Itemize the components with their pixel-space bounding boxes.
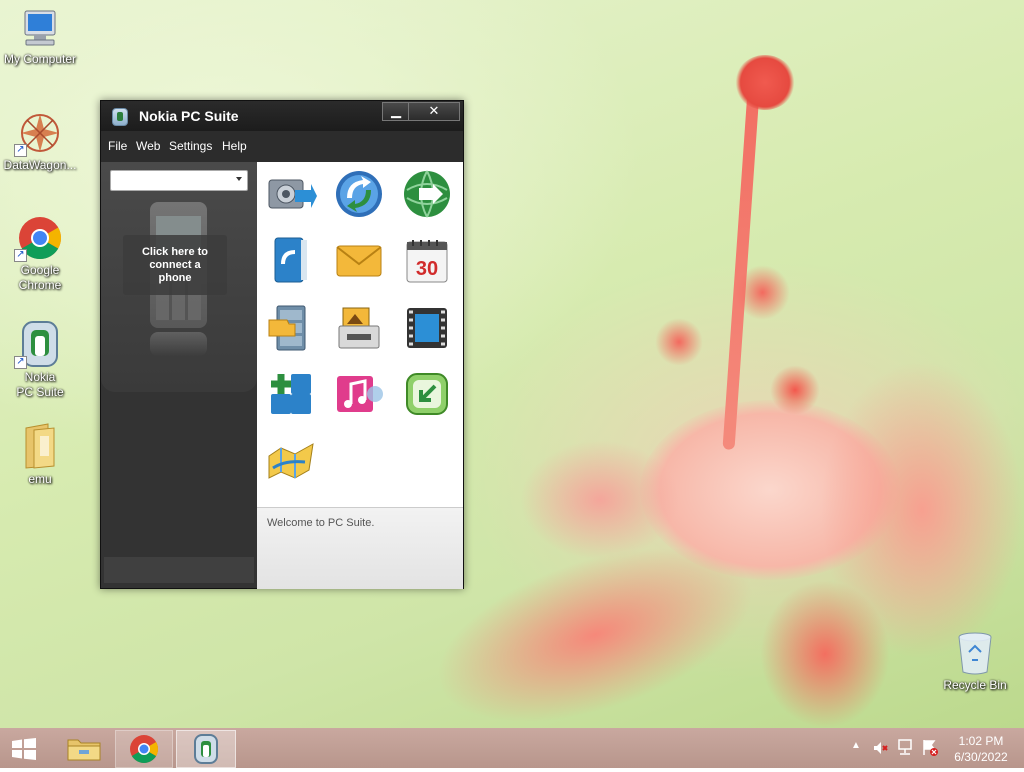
desktop-icon-recycle-bin[interactable]: Recycle Bin <box>935 630 1015 693</box>
applications-panel: 30 Welcome to PC Suite. <box>257 162 463 589</box>
web-connect-icon[interactable] <box>401 168 453 220</box>
folder-icon <box>67 739 101 761</box>
nokia-pc-suite-icon <box>194 734 218 764</box>
connect-phone-button[interactable]: Click here to connect a phone <box>123 235 227 295</box>
menu-settings[interactable]: Settings <box>169 139 212 153</box>
shortcut-arrow-icon: ↗ <box>14 144 27 157</box>
desktop-icon-datawagon[interactable]: ↗ DataWagon... <box>0 110 80 173</box>
shortcut-arrow-icon: ↗ <box>14 249 27 262</box>
folder-icon <box>25 423 55 469</box>
desktop: My Computer ↗ DataWagon... ↗ Google Chro… <box>0 0 1024 728</box>
minimize-icon: ▁ <box>391 103 401 118</box>
status-text: Welcome to PC Suite. <box>267 517 375 529</box>
phone-reflection <box>150 332 207 356</box>
recycle-bin-icon <box>958 632 992 675</box>
calendar-day-label: 30 <box>416 258 438 280</box>
computer-icon <box>24 10 56 46</box>
messages-icon[interactable] <box>333 234 385 286</box>
close-icon: ✕ <box>428 103 440 118</box>
wallpaper-petal <box>760 580 890 728</box>
desktop-icon-my-computer[interactable]: My Computer <box>0 8 80 67</box>
desktop-icon-nokia-pc-suite[interactable]: ↗ Nokia PC Suite <box>0 320 80 400</box>
minimize-button[interactable]: ▁ <box>382 102 410 121</box>
clock-date: 6/30/2022 <box>954 750 1008 764</box>
show-hidden-icons-icon[interactable]: ▲ <box>851 740 861 751</box>
wallpaper-stamen-tip <box>735 265 790 320</box>
update-icon[interactable] <box>401 368 453 420</box>
video-manager-icon[interactable] <box>401 302 453 354</box>
chevron-down-icon <box>236 177 242 181</box>
action-center-icon[interactable] <box>921 739 939 756</box>
phone-select-dropdown[interactable] <box>110 170 248 191</box>
network-icon[interactable] <box>897 739 915 756</box>
window-title: Nokia PC Suite <box>139 108 239 124</box>
menu-file[interactable]: File <box>108 139 127 153</box>
desktop-icon-label: My Computer <box>3 52 77 66</box>
desktop-icon-google-chrome[interactable]: ↗ Google Chrome <box>0 215 80 293</box>
taskbar-nokia-pc-suite[interactable] <box>176 730 236 768</box>
contacts-icon[interactable] <box>265 234 317 286</box>
maps-icon[interactable] <box>265 434 317 486</box>
title-bar[interactable]: Nokia PC Suite ▁ ✕ <box>101 101 463 131</box>
nokia-pc-suite-window: Nokia PC Suite ▁ ✕ File Web Settings Hel… <box>100 100 464 589</box>
desktop-icon-label: DataWagon... <box>3 158 77 172</box>
wallpaper-petal <box>520 440 680 560</box>
shortcut-arrow-icon: ↗ <box>14 356 27 369</box>
phone-area: Click here to connect a phone <box>101 162 257 392</box>
phone-panel: Click here to connect a phone <box>101 162 257 588</box>
phone-panel-footer <box>104 557 254 583</box>
clock-time: 1:02 PM <box>958 734 1004 748</box>
status-area: Welcome to PC Suite. <box>257 507 463 589</box>
wallpaper-stamen-tip <box>655 318 703 366</box>
menu-web[interactable]: Web <box>136 139 160 153</box>
application-grid: 30 <box>257 162 463 506</box>
chrome-icon <box>130 735 158 763</box>
sync-icon[interactable] <box>333 168 385 220</box>
image-store-icon[interactable] <box>333 302 385 354</box>
menu-help[interactable]: Help <box>222 139 247 153</box>
desktop-icon-emu[interactable]: emu <box>0 422 80 487</box>
wallpaper-stamen-tip <box>770 365 820 415</box>
nokia-logo-icon <box>112 108 128 126</box>
desktop-icon-label: Nokia PC Suite <box>16 370 64 399</box>
menu-bar: File Web Settings Help <box>101 136 463 156</box>
wallpaper-stamen-tip <box>735 55 795 110</box>
close-button[interactable]: ✕ <box>408 102 460 121</box>
taskbar-file-explorer[interactable] <box>56 730 112 766</box>
windows-start-icon[interactable] <box>10 738 38 760</box>
music-manager-icon[interactable] <box>333 368 385 420</box>
connect-phone-label: Click here to connect a phone <box>141 245 209 284</box>
desktop-icon-label: emu <box>28 472 52 486</box>
file-manager-icon[interactable] <box>265 302 317 354</box>
taskbar-chrome[interactable] <box>115 730 173 768</box>
taskbar: ▲ 1:02 PM 6/30/2022 <box>0 728 1024 768</box>
backup-icon[interactable] <box>265 168 317 220</box>
desktop-icon-label: Google Chrome <box>18 263 62 292</box>
system-clock[interactable]: 1:02 PM 6/30/2022 <box>943 733 1019 765</box>
install-apps-icon[interactable] <box>265 368 317 420</box>
calendar-icon[interactable]: 30 <box>401 234 453 286</box>
volume-muted-icon[interactable] <box>873 740 889 756</box>
desktop-icon-label: Recycle Bin <box>943 678 1007 692</box>
